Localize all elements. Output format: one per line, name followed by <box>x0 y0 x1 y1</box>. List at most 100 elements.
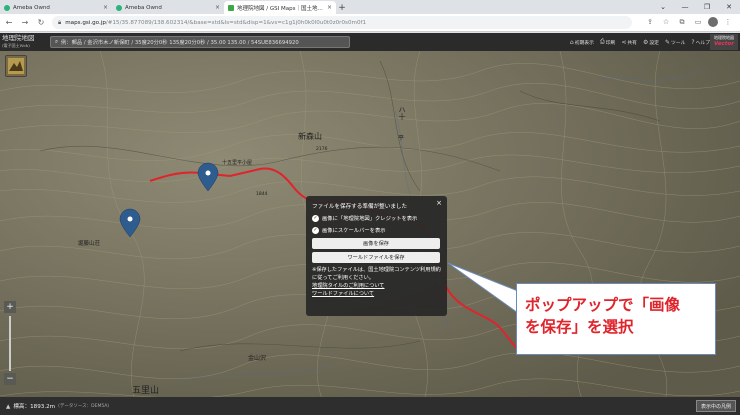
usage-note: ※保存したファイルは、国土地理院コンテンツ利用規約に従ってご利用ください。 <box>312 267 441 281</box>
check-icon: ✓ <box>312 214 319 222</box>
map-canvas[interactable]: 新森山 十五里平小屋 堀藤山荘 ハ十 平 2176 1844 金山沢 五里山 +… <box>0 51 740 415</box>
profile-avatar[interactable] <box>708 17 718 27</box>
checkbox-label: 画像に「地理院地図」クレジットを表示 <box>322 216 418 222</box>
map-toolbar: ⌂ 初期表示 ⎙ 印刷 ⋖ 共有 ⚙ 設定 ✎ ツール ? ヘルプ <box>570 33 710 51</box>
vector-badge-label: Vector <box>714 41 734 47</box>
tab-title: Ameba Ownd <box>125 4 162 11</box>
url-path: /#15/35.877089/138.602314/&base=std&ls=s… <box>105 19 367 26</box>
scalebar-checkbox[interactable]: ✓ 画像にスケールバーを表示 <box>312 226 441 234</box>
new-tab-button[interactable]: + <box>336 1 348 14</box>
browser-tab[interactable]: Ameba Ownd × <box>112 1 224 14</box>
callout-line-2: を保存」を選択 <box>525 318 634 336</box>
layers-icon <box>8 58 24 74</box>
layer-switch-button[interactable] <box>5 55 27 77</box>
zoom-slider[interactable] <box>9 316 11 371</box>
search-placeholder: 例：郵品 / 金沢市木ノ新保町 / 35度20分0秒 135度20分0秒 / 3… <box>60 40 299 46</box>
vector-badge-title: 地理院地図 <box>714 35 734 40</box>
data-source: (データソース：DEM5A) <box>58 404 110 409</box>
map-label: 平 <box>398 135 405 142</box>
browser-tab-active[interactable]: 地理院地図 / GSI Maps｜国土地... × <box>224 1 336 14</box>
gsi-logo[interactable]: 地理院地図 (電子国土Web) <box>0 33 48 51</box>
tool-label: 設定 <box>649 40 659 46</box>
map-label: 金山沢 <box>248 355 267 362</box>
bookmark-star-icon[interactable]: ☆ <box>660 16 672 28</box>
elevation-icon: ▲ <box>6 404 11 410</box>
map-label: 新森山 <box>298 132 322 141</box>
vector-badge[interactable]: 地理院地図 Vector <box>710 34 738 50</box>
zoom-out-button[interactable]: − <box>4 373 16 385</box>
tool-label: 印刷 <box>605 40 616 46</box>
restore-icon[interactable]: ❐ <box>696 0 718 14</box>
tab-title: 地理院地図 / GSI Maps｜国土地... <box>237 5 323 12</box>
callout-line-1: ポップアップで「画像 <box>525 296 681 314</box>
search-icon: ⌕ <box>55 38 58 45</box>
tools-button[interactable]: ✎ ツール <box>665 39 685 46</box>
print-button[interactable]: ⎙ 印刷 <box>600 38 615 46</box>
map-label: 五里山 <box>132 386 160 396</box>
close-icon[interactable]: × <box>436 199 442 207</box>
credit-checkbox[interactable]: ✓ 画像に「地理院地図」クレジットを表示 <box>312 214 441 222</box>
map-label: 2176 <box>316 147 328 152</box>
window-controls: ⌄ — ❐ ✕ <box>652 0 740 14</box>
settings-button[interactable]: ⚙ 設定 <box>643 39 659 46</box>
place-search-input[interactable]: ⌕ 例：郵品 / 金沢市木ノ新保町 / 35度20分0秒 135度20分0秒 /… <box>50 36 350 48</box>
help-button[interactable]: ? ヘルプ <box>691 39 710 46</box>
reading-list-icon[interactable]: ▭ <box>692 16 704 28</box>
status-bar: ▲ 標高：1893.2m (データソース：DEM5A) 表示中の凡例 <box>0 397 740 415</box>
print-icon: ⎙ <box>599 38 605 45</box>
url-host: maps.gsi.go.jp <box>65 19 106 26</box>
url-input[interactable]: 🔒︎ maps.gsi.go.jp /#15/35.877089/138.602… <box>52 16 632 29</box>
tool-icon: ✎ <box>664 38 670 46</box>
map-label: 堀藤山荘 <box>78 241 101 247</box>
gsi-favicon-icon <box>228 4 234 11</box>
help-icon: ? <box>691 38 695 46</box>
map-label: 1844 <box>256 192 268 197</box>
elevation-value: 標高：1893.2m <box>13 404 56 410</box>
tab-title: Ameba Ownd <box>13 4 50 11</box>
minimize-icon[interactable]: — <box>674 0 696 14</box>
address-bar: ← → ↻ 🔒︎ maps.gsi.go.jp /#15/35.877089/1… <box>0 14 740 32</box>
share-button[interactable]: ⋖ 共有 <box>621 39 637 46</box>
map-label: 十五里平小屋 <box>222 160 253 166</box>
save-image-popup: × ファイルを保存する準備が整いました ✓ 画像に「地理院地図」クレジットを表示… <box>306 196 447 316</box>
close-tab-icon[interactable]: × <box>103 4 108 11</box>
reload-icon[interactable]: ↻ <box>34 16 48 30</box>
forward-icon[interactable]: → <box>18 16 32 30</box>
close-tab-icon[interactable]: × <box>327 4 332 11</box>
zoom-in-button[interactable]: + <box>4 301 16 313</box>
legend-button[interactable]: 表示中の凡例 <box>695 400 736 412</box>
close-window-icon[interactable]: ✕ <box>718 0 740 14</box>
world-file-link[interactable]: ワールドファイルについて <box>312 290 441 298</box>
map-label: ハ十 <box>398 106 406 120</box>
share-page-icon[interactable]: ⇪ <box>644 16 656 28</box>
save-world-file-button[interactable]: ワールドファイルを保存 <box>312 252 440 263</box>
tool-label: 共有 <box>627 40 637 46</box>
browser-tab[interactable]: Ameba Ownd × <box>0 1 112 14</box>
tile-usage-link[interactable]: 地理院タイルのご利用について <box>312 282 441 290</box>
map-app: 地理院地図 (電子国土Web) ⌕ 例：郵品 / 金沢市木ノ新保町 / 35度2… <box>0 33 740 415</box>
tool-label: ツール <box>671 40 686 46</box>
popup-title: ファイルを保存する準備が整いました <box>312 204 408 210</box>
elevation-readout: ▲ 標高：1893.2m <box>6 402 55 410</box>
back-icon[interactable]: ← <box>2 16 16 30</box>
annotation-callout: ポップアップで「画像 を保存」を選択 <box>516 283 716 355</box>
save-image-button[interactable]: 画像を保存 <box>312 238 440 249</box>
logo-title: 地理院地図 <box>2 34 35 42</box>
home-icon: ⌂ <box>569 38 574 46</box>
menu-kebab-icon[interactable]: ⋮ <box>722 16 734 28</box>
zoom-control: + − <box>4 301 16 396</box>
ameba-favicon-icon <box>4 4 10 11</box>
checkbox-label: 画像にスケールバーを表示 <box>322 228 386 234</box>
map-header: 地理院地図 (電子国土Web) ⌕ 例：郵品 / 金沢市木ノ新保町 / 35度2… <box>0 33 740 51</box>
share-icon: ⋖ <box>621 38 627 46</box>
close-tab-icon[interactable]: × <box>215 4 220 11</box>
tool-label: 初期表示 <box>574 40 594 46</box>
check-icon: ✓ <box>312 226 319 234</box>
lock-icon: 🔒︎ <box>58 18 62 26</box>
tab-search-icon[interactable]: ⌄ <box>652 0 674 14</box>
gear-icon: ⚙ <box>642 38 649 46</box>
browser-tab-bar: Ameba Ownd × Ameba Ownd × 地理院地図 / GSI Ma… <box>0 0 740 14</box>
extensions-icon[interactable]: ⧉ <box>676 16 688 28</box>
browser-actions: ⇪ ☆ ⧉ ▭ ⋮ <box>644 16 734 28</box>
home-button[interactable]: ⌂ 初期表示 <box>570 39 594 46</box>
